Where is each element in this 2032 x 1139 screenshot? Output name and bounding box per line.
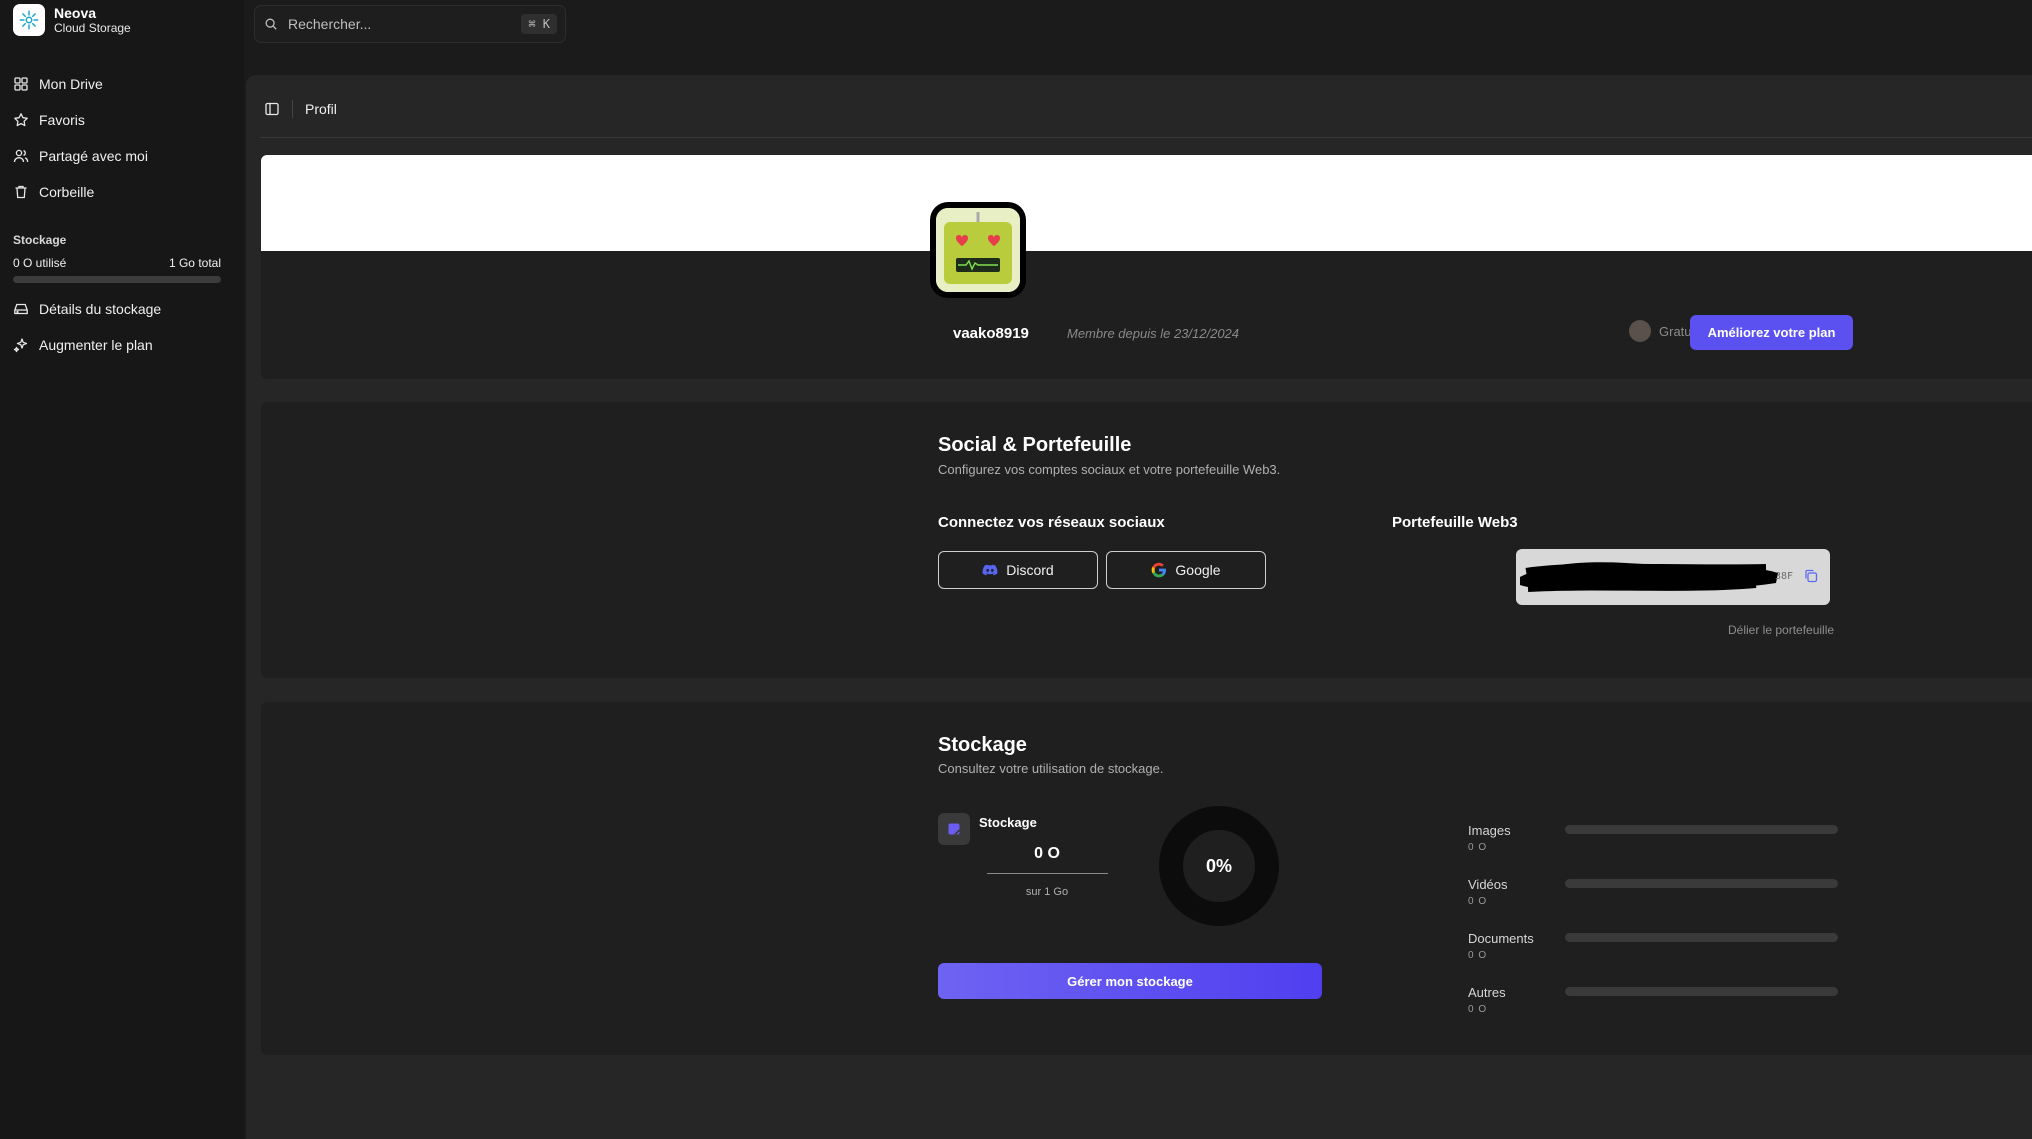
storage-percent-label: 0%	[1205, 855, 1232, 876]
category-bar	[1565, 879, 1838, 888]
category-row-documents: Documents 0 O	[1468, 931, 1848, 961]
storage-used-value: 0 O	[1034, 845, 1060, 862]
storage-box-icon	[938, 813, 970, 845]
wallet-heading: Portefeuille Web3	[1392, 514, 1518, 531]
main-panel: Profil vaako8919 Membre depuis le 23/12/…	[246, 75, 2032, 1139]
breadcrumb: Profil	[264, 98, 337, 120]
category-row-videos: Vidéos 0 O	[1468, 877, 1848, 907]
divider	[987, 873, 1108, 874]
discord-button[interactable]: Discord	[938, 551, 1098, 589]
redaction-scribble	[1520, 562, 1778, 592]
sidebar: Neova Cloud Storage Mon Drive Favoris Pa…	[0, 0, 244, 1139]
unlink-wallet-link[interactable]: Délier le portefeuille	[1728, 623, 1834, 637]
sidebar-item-corbeille[interactable]: Corbeille	[13, 174, 233, 210]
sidebar-item-label: Augmenter le plan	[39, 337, 153, 353]
member-since: Membre depuis le 23/12/2024	[1067, 326, 1240, 341]
storage-card: Stockage Consultez votre utilisation de …	[261, 702, 2032, 1055]
sidebar-storage: Stockage 0 O utilisé 1 Go total	[13, 233, 221, 283]
app-window: Neova Cloud Storage Mon Drive Favoris Pa…	[0, 0, 2032, 1139]
sidebar-item-details-stockage[interactable]: Détails du stockage	[13, 291, 233, 327]
section-subtitle: Configurez vos comptes sociaux et votre …	[938, 462, 1281, 477]
sidebar-item-mon-drive[interactable]: Mon Drive	[13, 66, 233, 102]
brand-logo-icon	[13, 4, 45, 36]
category-value: 0 O	[1468, 1004, 1488, 1015]
google-button[interactable]: Google	[1106, 551, 1266, 589]
sidebar-item-favoris[interactable]: Favoris	[13, 102, 233, 138]
avatar[interactable]	[930, 202, 1026, 298]
hard-drive-icon	[14, 303, 28, 315]
upgrade-plan-button[interactable]: Améliorez votre plan	[1690, 315, 1853, 350]
google-label: Google	[1175, 562, 1221, 578]
star-icon	[14, 113, 28, 127]
category-bar	[1565, 933, 1838, 942]
social-heading: Connectez vos réseaux sociaux	[938, 514, 1165, 531]
sidebar-item-label: Mon Drive	[39, 76, 103, 92]
sidebar-storage-nav: Détails du stockage Augmenter le plan	[13, 291, 233, 363]
sidebar-toggle-icon[interactable]	[264, 101, 280, 117]
username: vaako8919	[953, 325, 1029, 342]
wallet-address-suffix: 38F	[1775, 571, 1794, 582]
profile-card: vaako8919 Membre depuis le 23/12/2024 Gr…	[261, 155, 2032, 379]
profile-banner	[261, 155, 2032, 251]
trash-icon	[15, 185, 27, 199]
breadcrumb-separator	[292, 100, 293, 118]
robot-avatar-icon	[936, 208, 1020, 292]
category-value: 0 O	[1468, 842, 1488, 853]
category-bar	[1565, 987, 1838, 996]
sidebar-item-partage[interactable]: Partagé avec moi	[13, 138, 233, 174]
brand-subtitle: Cloud Storage	[54, 20, 131, 35]
search-icon	[265, 18, 277, 30]
storage-total: 1 Go total	[168, 256, 221, 270]
users-icon	[13, 149, 29, 163]
category-value: 0 O	[1468, 896, 1488, 907]
sidebar-item-label: Favoris	[39, 112, 85, 128]
category-bar	[1565, 825, 1838, 834]
section-subtitle: Consultez votre utilisation de stockage.	[938, 761, 1164, 776]
divider	[260, 137, 2032, 138]
plan-badge: Gratuit	[1629, 320, 1698, 342]
section-title: Social & Portefeuille	[938, 434, 1132, 456]
search-bar[interactable]: ⌘ K	[254, 5, 566, 43]
search-input[interactable]	[288, 16, 522, 32]
search-shortcut: ⌘ K	[521, 14, 557, 34]
category-row-autres: Autres 0 O	[1468, 985, 1848, 1015]
google-icon	[1152, 562, 1167, 578]
category-value: 0 O	[1468, 950, 1488, 961]
sidebar-item-label: Partagé avec moi	[39, 148, 148, 164]
manage-storage-button[interactable]: Gérer mon stockage	[938, 963, 1322, 999]
brand-name: Neova	[54, 4, 97, 21]
sidebar-item-label: Détails du stockage	[39, 301, 162, 317]
plan-icon	[1629, 320, 1651, 342]
storage-used: 0 O utilisé	[13, 256, 67, 270]
category-row-images: Images 0 O	[1468, 823, 1848, 853]
storage-box-label: Stockage	[979, 815, 1037, 830]
discord-icon	[982, 564, 998, 576]
sidebar-nav: Mon Drive Favoris Partagé avec moi Corbe…	[13, 66, 233, 210]
wallet-address-field[interactable]: 38F	[1516, 549, 1830, 605]
storage-progress-bar	[13, 276, 221, 283]
copy-icon[interactable]	[1803, 568, 1819, 584]
brand[interactable]: Neova Cloud Storage	[13, 4, 131, 36]
discord-label: Discord	[1006, 562, 1054, 578]
section-title: Stockage	[938, 734, 1027, 756]
sidebar-item-label: Corbeille	[39, 184, 95, 200]
social-wallet-card: Social & Portefeuille Configurez vos com…	[261, 402, 2032, 678]
storage-title: Stockage	[13, 233, 67, 247]
grid-icon	[14, 77, 28, 91]
storage-total-label: sur 1 Go	[1025, 886, 1069, 898]
breadcrumb-current: Profil	[305, 101, 337, 117]
sparkle-icon	[13, 338, 28, 353]
sidebar-item-augmenter-plan[interactable]: Augmenter le plan	[13, 327, 233, 363]
